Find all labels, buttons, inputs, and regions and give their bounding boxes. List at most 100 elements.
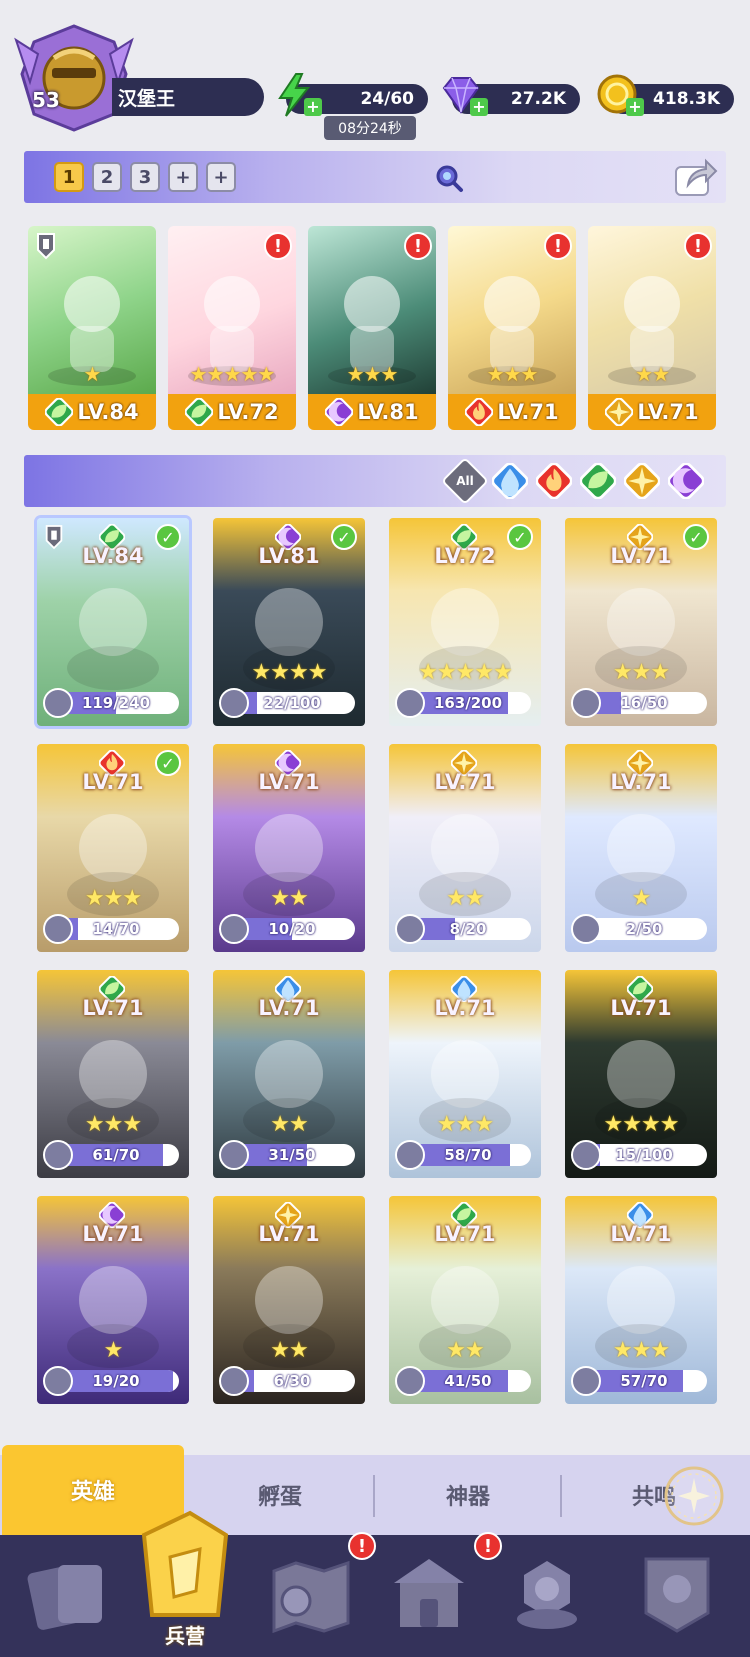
hero-card[interactable]: LV.71 ★★ 31/50	[213, 970, 365, 1178]
gems-plus-button[interactable]: +	[470, 98, 488, 116]
hero-level: LV.81	[357, 400, 419, 424]
alert-badge: !	[404, 232, 432, 260]
shard-icon	[43, 1140, 73, 1170]
hero-card[interactable]: LV.72 ✓ ★★★★★ 163/200	[389, 518, 541, 726]
hero-stars: ★★★★	[603, 1112, 680, 1137]
nav-barracks-label: 兵营	[165, 1624, 205, 1648]
sparkle-ring-icon[interactable]	[660, 1462, 728, 1530]
light-element-icon	[605, 398, 634, 426]
hero-card[interactable]: LV.84 ✓ 119/240	[37, 518, 189, 726]
team-hero-card[interactable]: ★ LV.84	[28, 226, 156, 430]
hero-level: LV.84	[77, 400, 139, 424]
map-alert-badge: !	[348, 1532, 376, 1560]
team-selector-bar: 1 2 3 + +	[24, 151, 726, 203]
filter-fire-icon[interactable]	[535, 462, 573, 500]
player-level: 53	[32, 88, 60, 112]
hero-level: LV.71	[258, 1222, 320, 1246]
team-tab-add-1[interactable]: +	[168, 162, 198, 192]
map-icon[interactable]	[266, 1549, 356, 1639]
hero-stars: ★★★	[612, 660, 670, 685]
team-hero-card[interactable]: ★★★ LV.81 !	[308, 226, 436, 430]
lock-pin-icon[interactable]	[34, 232, 58, 260]
lock-pin-icon[interactable]	[43, 524, 65, 550]
hero-card[interactable]: LV.71 ★★★★ 15/100	[565, 970, 717, 1178]
top-bar: 53 汉堡王 + 24/60 08分24秒 + 27.2K + 418.3K	[0, 0, 750, 140]
player-name-pill[interactable]: 汉堡王	[112, 78, 264, 116]
share-icon[interactable]	[674, 157, 718, 197]
shard-icon	[43, 914, 73, 944]
nav-barracks[interactable]: 兵营	[126, 1505, 244, 1657]
team-tab-add-2[interactable]: +	[206, 162, 236, 192]
filter-water-icon[interactable]	[491, 462, 529, 500]
hero-level: LV.71	[610, 996, 672, 1020]
tab-artifact[interactable]: 神器	[378, 1455, 558, 1535]
hero-stars: ★★★★	[251, 660, 328, 685]
temple-alert-badge: !	[474, 1532, 502, 1560]
hero-level: LV.71	[434, 996, 496, 1020]
hero-level-footer: LV.71	[588, 394, 716, 430]
hero-level: LV.71	[434, 770, 496, 794]
hero-stars: ★★	[270, 1338, 308, 1363]
team-hero-card[interactable]: ★★ LV.71 !	[588, 226, 716, 430]
bottom-navbar	[0, 1535, 750, 1657]
hero-stars: ★★★	[486, 362, 539, 386]
shard-icon	[571, 688, 601, 718]
hero-stars: ★★	[446, 1338, 484, 1363]
sub-tab-bar: 英雄 孵蛋 神器 共鸣	[0, 1445, 750, 1535]
team-tab-1[interactable]: 1	[54, 162, 84, 192]
gold-plus-button[interactable]: +	[626, 98, 644, 116]
check-icon: ✓	[507, 524, 533, 550]
energy-timer: 08分24秒	[324, 116, 416, 140]
filter-all-button[interactable]: All	[440, 456, 490, 506]
hero-level-footer: LV.81	[308, 394, 436, 430]
cards-icon[interactable]	[24, 1549, 114, 1639]
leaf-element-icon	[45, 398, 74, 426]
hero-card[interactable]: LV.71 ✓ ★★★ 14/70	[37, 744, 189, 952]
magnify-icon[interactable]	[434, 163, 464, 193]
filter-moon-icon[interactable]	[667, 462, 705, 500]
filter-leaf-icon[interactable]	[579, 462, 617, 500]
hero-stars: ★★★★★	[189, 362, 276, 386]
temple-icon[interactable]	[384, 1549, 474, 1639]
hero-card[interactable]: LV.81 ✓ ★★★★ 22/100	[213, 518, 365, 726]
hero-card[interactable]: LV.71 ★★★ 58/70	[389, 970, 541, 1178]
team-hero-card[interactable]: ★★★ LV.71 !	[448, 226, 576, 430]
hero-card[interactable]: LV.71 ★ 19/20	[37, 1196, 189, 1404]
filter-light-icon[interactable]	[623, 462, 661, 500]
hero-stars: ★★★	[84, 886, 142, 911]
team-tab-3[interactable]: 3	[130, 162, 160, 192]
hero-stars: ★★	[446, 886, 484, 911]
hero-card[interactable]: LV.71 ★★★ 61/70	[37, 970, 189, 1178]
check-icon: ✓	[155, 524, 181, 550]
team-tab-2[interactable]: 2	[92, 162, 122, 192]
hero-level-footer: LV.71	[448, 394, 576, 430]
energy-pill[interactable]: + 24/60	[278, 73, 428, 117]
hero-level: LV.71	[610, 1222, 672, 1246]
hero-card[interactable]: LV.71 ★★ 10/20	[213, 744, 365, 952]
gems-pill[interactable]: + 27.2K	[442, 77, 580, 116]
energy-plus-button[interactable]: +	[304, 98, 322, 116]
hero-stars: ★★	[270, 886, 308, 911]
shard-icon	[219, 914, 249, 944]
hero-level: LV.72	[217, 400, 279, 424]
hero-stars: ★	[631, 886, 652, 911]
hero-card[interactable]: LV.71 ★ 2/50	[565, 744, 717, 952]
hero-card[interactable]: LV.71 ★★ 8/20	[389, 744, 541, 952]
gold-pill[interactable]: + 418.3K	[597, 74, 734, 116]
hero-card[interactable]: LV.71 ★★ 6/30	[213, 1196, 365, 1404]
team-hero-card[interactable]: ★★★★★ LV.72 !	[168, 226, 296, 430]
hero-card[interactable]: LV.71 ★★★ 57/70	[565, 1196, 717, 1404]
hero-level: LV.71	[258, 996, 320, 1020]
hero-level-footer: LV.72	[168, 394, 296, 430]
hero-card[interactable]: LV.71 ✓ ★★★ 16/50	[565, 518, 717, 726]
filter-all-label: All	[456, 474, 474, 488]
hero-card[interactable]: LV.71 ★★ 41/50	[389, 1196, 541, 1404]
hero-stars: ★★★	[612, 1338, 670, 1363]
guild-icon[interactable]	[632, 1549, 722, 1639]
hero-stars: ★★★	[346, 362, 399, 386]
hero-level: LV.71	[637, 400, 699, 424]
hero-stars: ★	[83, 362, 102, 386]
alert-badge: !	[544, 232, 572, 260]
summon-icon[interactable]	[502, 1549, 592, 1639]
hero-stars: ★★★	[84, 1112, 142, 1137]
